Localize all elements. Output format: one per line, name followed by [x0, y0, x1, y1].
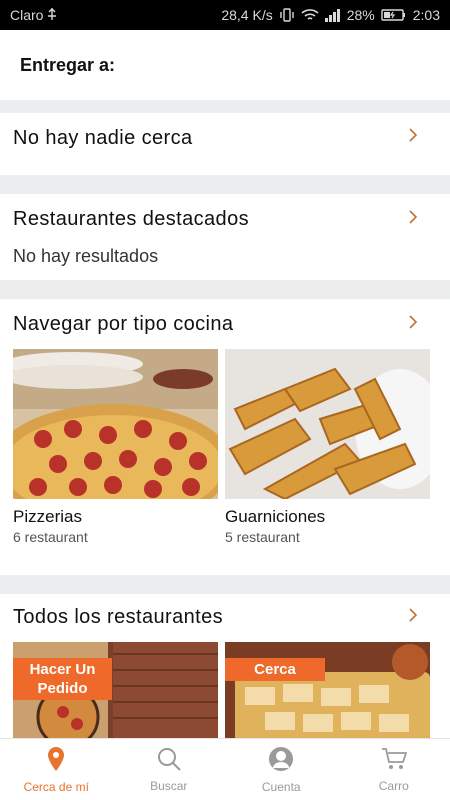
- deliver-to-bar[interactable]: Entregar a:: [0, 30, 450, 100]
- restaurant-card[interactable]: Cerca: [225, 642, 430, 738]
- all-restaurants-title[interactable]: Todos los restaurantes: [13, 606, 223, 629]
- featured-title[interactable]: Restaurantes destacados: [13, 208, 249, 231]
- nearby-title: No hay nadie cerca: [13, 127, 193, 149]
- signal-icon: [324, 8, 341, 22]
- chevron-right-icon[interactable]: [406, 210, 420, 224]
- nav-item-cart[interactable]: Carro: [338, 739, 450, 800]
- pizza-image: [13, 349, 218, 499]
- all-restaurants-section: Todos los restaurantes Hacer Un Pedido C…: [0, 594, 450, 738]
- restaurant-image: [225, 642, 430, 738]
- nav-label: Buscar: [150, 778, 188, 793]
- deliver-to-label: Entregar a:: [20, 55, 116, 75]
- featured-section: Restaurantes destacados No hay resultado…: [0, 194, 450, 280]
- cuisine-tile-pizzerias[interactable]: Pizzerias 6 restaurant: [13, 349, 218, 545]
- battery-percent: 28%: [346, 7, 375, 23]
- cuisine-count: 5 restaurant: [225, 529, 300, 545]
- chevron-right-icon: [406, 128, 420, 142]
- status-bar: Claro 28,4 K/s 28% 2:03: [0, 0, 450, 30]
- cuisine-name: Guarniciones: [225, 507, 326, 526]
- promo-badge-text: Cerca: [254, 661, 296, 678]
- cart-icon: [381, 747, 407, 776]
- cuisine-name: Pizzerias: [13, 507, 82, 526]
- chevron-right-icon[interactable]: [406, 608, 420, 622]
- wifi-icon: [301, 8, 319, 22]
- location-pin-icon: [47, 746, 65, 777]
- bottom-nav: Cerca de mí Buscar Cuenta Carro: [0, 738, 450, 800]
- restaurant-card[interactable]: Hacer Un Pedido: [13, 642, 218, 738]
- usb-icon: [47, 8, 57, 22]
- featured-empty-text: No hay resultados: [13, 246, 159, 266]
- nav-item-account[interactable]: Cuenta: [225, 739, 338, 800]
- nav-item-search[interactable]: Buscar: [113, 739, 226, 800]
- nav-label: Carro: [378, 778, 409, 793]
- account-icon: [268, 746, 294, 777]
- cuisine-title[interactable]: Navegar por tipo cocina: [13, 313, 233, 336]
- nav-label: Cerca de mí: [23, 779, 89, 794]
- cuisine-section: Navegar por tipo cocina Pizzerias 6 rest…: [0, 299, 450, 575]
- nav-item-nearby[interactable]: Cerca de mí: [0, 739, 113, 800]
- cuisine-tile-guarniciones[interactable]: Guarniciones 5 restaurant: [225, 349, 430, 545]
- carrier-label: Claro: [10, 7, 44, 23]
- potato-wedges-image: [225, 349, 430, 499]
- promo-badge: Cerca: [225, 658, 325, 681]
- battery-icon: [381, 8, 407, 22]
- vibrate-icon: [279, 8, 295, 22]
- promo-badge: Hacer Un Pedido: [13, 658, 112, 700]
- promo-badge-text: Hacer Un Pedido: [29, 661, 96, 697]
- network-speed: 28,4 K/s: [221, 7, 273, 23]
- nav-label: Cuenta: [261, 779, 301, 794]
- nearby-section[interactable]: No hay nadie cerca: [0, 113, 450, 175]
- search-icon: [157, 747, 181, 776]
- clock: 2:03: [412, 7, 440, 23]
- chevron-right-icon[interactable]: [406, 315, 420, 329]
- cuisine-count: 6 restaurant: [13, 529, 88, 545]
